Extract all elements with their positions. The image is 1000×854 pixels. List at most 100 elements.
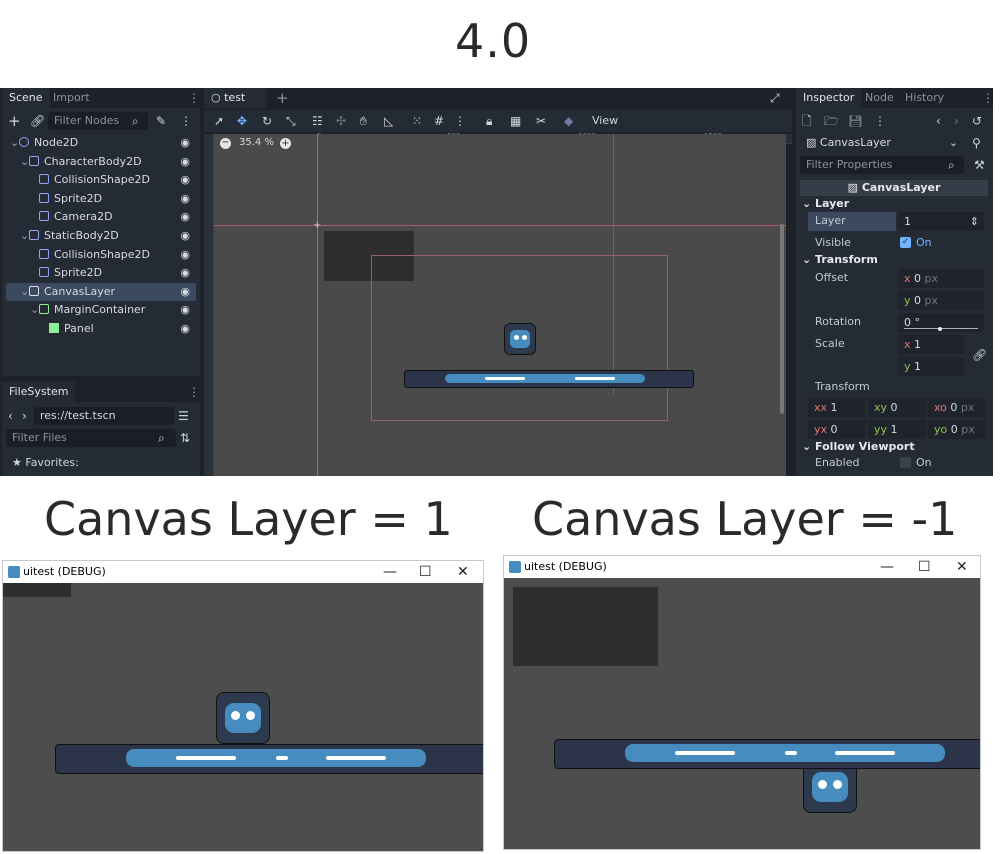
pan-tool-icon[interactable]: ✋︎ [360, 112, 367, 130]
visibility-eye-icon[interactable]: ◉ [180, 320, 190, 338]
xy-field[interactable]: xy 0 [868, 398, 926, 417]
tree-item-collisionshape2d[interactable]: CollisionShape2D ◉ [6, 171, 196, 189]
tab-inspector[interactable]: Inspector [796, 88, 862, 108]
ruler-tool-icon[interactable]: ◺ [384, 112, 393, 130]
path-field[interactable]: res://test.tscn [34, 407, 174, 425]
open-resource-icon[interactable]: 🗁︎ [824, 112, 839, 130]
skeleton-icon[interactable]: ✂ [536, 112, 546, 130]
sort-icon[interactable]: ⇅ [180, 429, 190, 447]
close-button[interactable]: ✕ [956, 556, 968, 578]
yy-field[interactable]: yy 1 [868, 420, 926, 439]
maximize-button[interactable]: ☐ [419, 561, 432, 583]
new-scene-tab-icon[interactable]: + [276, 89, 289, 107]
tree-item-collisionshape2d[interactable]: CollisionShape2D ◉ [6, 246, 196, 264]
visible-checkbox[interactable]: ✓ [900, 237, 911, 248]
expand-arrow-icon[interactable]: ⌄ [20, 153, 29, 171]
expand-arrow-icon[interactable]: ⌄ [20, 227, 29, 245]
zoom-out-icon[interactable]: − [220, 138, 231, 149]
visibility-eye-icon[interactable]: ◉ [180, 246, 190, 264]
tab-filesystem[interactable]: FileSystem [2, 382, 76, 402]
visibility-eye-icon[interactable]: ◉ [180, 190, 190, 208]
tree-item-characterbody2d[interactable]: ⌄ CharacterBody2D ◉ [6, 153, 196, 171]
filesystem-menu-icon[interactable]: ⋮ [188, 382, 200, 402]
rotation-slider-grabber[interactable] [938, 327, 942, 331]
attach-script-icon[interactable]: ✎ [156, 112, 166, 130]
history-forward-icon[interactable]: › [954, 112, 959, 130]
scene-options-icon[interactable]: ⋮ [180, 112, 192, 130]
smart-snap-icon[interactable]: ⁙ [412, 112, 422, 130]
view-menu[interactable]: View [592, 112, 618, 130]
link-scale-icon[interactable]: 🔗︎ [972, 346, 987, 364]
maximize-button[interactable]: ☐ [918, 556, 931, 578]
tree-item-camera2d[interactable]: Camera2D ◉ [6, 208, 196, 226]
visibility-eye-icon[interactable]: ◉ [180, 153, 190, 171]
move-tool-icon[interactable]: ✥ [237, 112, 247, 130]
section-transform[interactable]: ⌄ Transform [802, 252, 878, 268]
visibility-eye-icon[interactable]: ◉ [180, 227, 190, 245]
tree-item-node2d[interactable]: ⌄ Node2D ◉ [6, 134, 196, 152]
list-select-icon[interactable]: ☷ [312, 112, 323, 130]
grid-snap-icon[interactable]: # [434, 112, 444, 130]
tree-item-margincontainer[interactable]: ⌄ MarginContainer ◉ [6, 301, 196, 319]
tree-item-panel[interactable]: Panel ◉ [6, 320, 196, 338]
yo-field[interactable]: yo 0 px [928, 420, 986, 439]
history-back-icon[interactable]: ‹ [936, 112, 941, 130]
zoom-level[interactable]: 35.4 % [239, 137, 274, 148]
tree-item-sprite2d[interactable]: Sprite2D ◉ [6, 190, 196, 208]
scale-x-field[interactable]: x 1 [898, 335, 964, 354]
tab-history[interactable]: History [898, 88, 951, 108]
tab-test-scene[interactable]: ○ test ✕ [204, 88, 266, 124]
tab-import[interactable]: Import [46, 88, 97, 108]
rotation-slider[interactable]: 0 ° [898, 313, 984, 332]
section-layer[interactable]: ⌄ Layer [802, 196, 849, 212]
visibility-eye-icon[interactable]: ◉ [180, 171, 190, 189]
expand-arrow-icon[interactable]: ⌄ [20, 283, 29, 301]
visibility-eye-icon[interactable]: ◉ [180, 264, 190, 282]
forward-icon[interactable]: › [22, 407, 27, 425]
tab-scene[interactable]: Scene [2, 88, 50, 108]
save-resource-icon[interactable]: 💾︎ [848, 112, 863, 130]
tree-item-sprite2d[interactable]: Sprite2D ◉ [6, 264, 196, 282]
inspector-menu-icon[interactable]: ⋮ [982, 88, 993, 108]
tree-item-canvaslayer[interactable]: ⌄ CanvasLayer ◉ [6, 282, 196, 301]
enabled-checkbox[interactable] [900, 457, 911, 468]
viewport-vscroll[interactable] [780, 224, 784, 414]
new-resource-icon[interactable]: 🗋︎ [802, 112, 812, 130]
2d-viewport[interactable]: + − 35.4 % + [214, 134, 786, 476]
scale-tool-icon[interactable]: ⤡ [286, 112, 296, 130]
tree-item-staticbody2d[interactable]: ⌄ StaticBody2D ◉ [6, 227, 196, 245]
expand-arrow-icon[interactable]: ⌄ [30, 301, 39, 319]
filter-files-input[interactable]: Filter Files [6, 429, 176, 447]
close-button[interactable]: ✕ [457, 561, 469, 583]
scene-dock-menu-icon[interactable]: ⋮ [188, 88, 200, 108]
split-view-icon[interactable]: ☰ [178, 407, 189, 425]
expand-arrow-icon[interactable]: ⌄ [10, 134, 19, 152]
visibility-eye-icon[interactable]: ◉ [180, 208, 190, 226]
minimize-button[interactable]: — [880, 556, 894, 578]
offset-x-field[interactable]: x 0 px [898, 269, 984, 288]
section-follow-viewport[interactable]: ⌄ Follow Viewport [802, 439, 915, 455]
node-help-icon[interactable]: ⚲ [972, 134, 981, 152]
add-node-icon[interactable]: + [8, 112, 21, 130]
property-tools-icon[interactable]: ⚒ [974, 156, 985, 174]
offset-y-field[interactable]: y 0 px [898, 291, 984, 310]
xx-field[interactable]: xx 1 [808, 398, 866, 417]
history-icon[interactable]: ↺ [972, 112, 982, 130]
lock-icon[interactable]: 🔒︎ [486, 112, 492, 130]
zoom-in-icon[interactable]: + [280, 138, 291, 149]
visibility-eye-icon[interactable]: ◉ [180, 283, 190, 301]
layer-spinbox[interactable]: 1 ⇕ [898, 212, 984, 231]
select-tool-icon[interactable]: ➚ [214, 112, 224, 130]
visibility-eye-icon[interactable]: ◉ [180, 301, 190, 319]
yx-field[interactable]: yx 0 [808, 420, 866, 439]
scale-y-field[interactable]: y 1 [898, 357, 964, 376]
back-icon[interactable]: ‹ [8, 407, 13, 425]
distraction-free-icon[interactable]: ⤢ [770, 89, 780, 107]
link-icon[interactable]: 🔗︎ [30, 112, 45, 130]
resource-menu-icon[interactable]: ⋮ [874, 112, 886, 130]
camera-override-icon[interactable]: ◆ [564, 112, 573, 130]
xo-field[interactable]: xo 0 px [928, 398, 986, 417]
visibility-eye-icon[interactable]: ◉ [180, 134, 190, 152]
minimize-button[interactable]: — [383, 561, 397, 583]
group-icon[interactable]: ▦ [510, 112, 521, 130]
